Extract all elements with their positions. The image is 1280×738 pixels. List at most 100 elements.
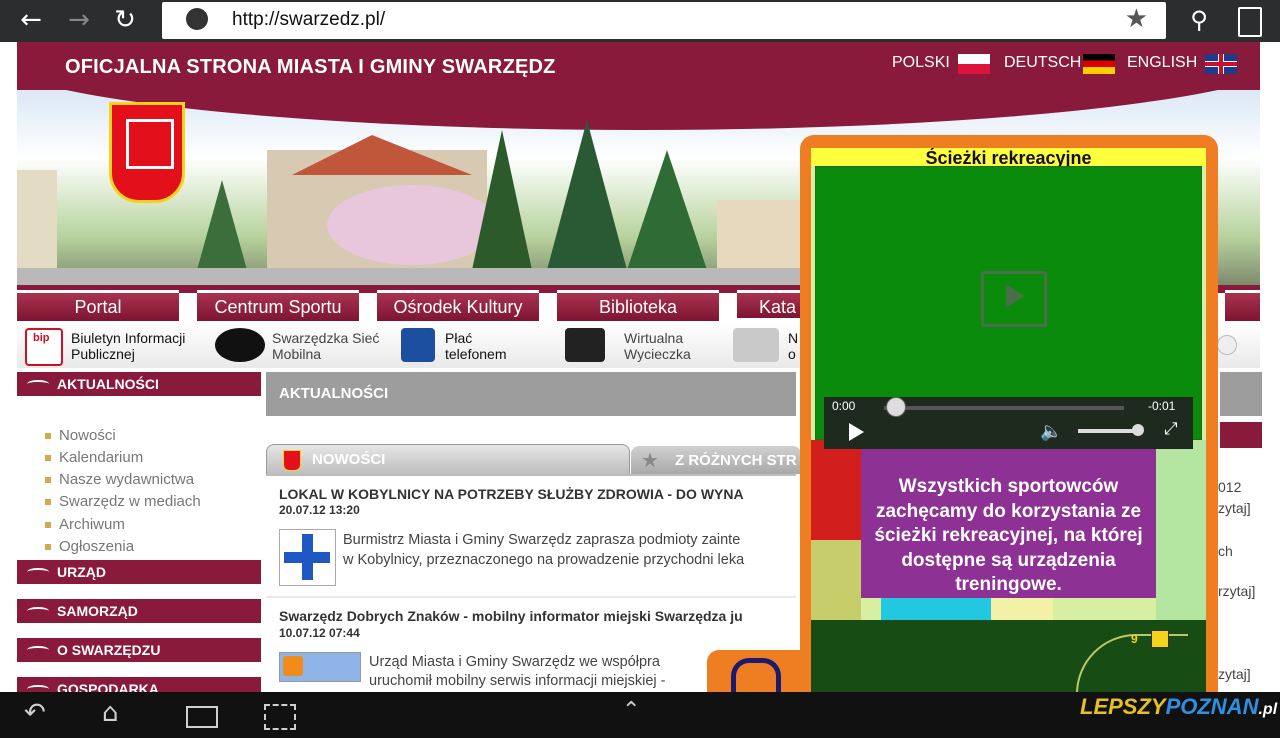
menu-tab-portal[interactable]: Portal xyxy=(17,290,179,321)
coat-of-arms-icon xyxy=(283,450,301,471)
right-col-link[interactable]: rzytaj] xyxy=(1218,583,1255,599)
callpay-icon[interactable] xyxy=(401,328,435,362)
sidebar-item-wydawnictwa[interactable]: Nasze wydawnictwa xyxy=(45,471,194,488)
menu-tab-centrum-sportu[interactable]: Centrum Sportu xyxy=(197,290,359,321)
watermark-suffix: .pl xyxy=(1258,701,1278,718)
tab-nowosci[interactable]: NOWOŚCI xyxy=(266,444,630,476)
search-icon[interactable]: ⚲ xyxy=(1182,4,1216,36)
sidebar-item-label: Nasze wydawnictwa xyxy=(59,471,195,488)
quicklink-wifi-label[interactable]: Swarzędzka Sieć Mobilna xyxy=(272,330,382,362)
right-col-link[interactable]: zytaj] xyxy=(1218,500,1251,516)
sidebar-item-ogloszenia[interactable]: Ogłoszenia xyxy=(45,538,134,555)
coat-of-arms-icon xyxy=(109,102,185,203)
tab-z-roznych-stron[interactable]: ★ Z RÓŻNYCH STR xyxy=(631,446,801,474)
map-block xyxy=(811,540,861,620)
star-icon: ★ xyxy=(641,448,659,472)
building-right xyxy=(717,200,807,270)
sidebar-section-o-swarzedzu[interactable]: O SWARZĘDZU xyxy=(17,638,261,662)
sidebar-section-label: SAMORZĄD xyxy=(57,603,138,619)
watermark-logo: LEPSZYPOZNAN.pl xyxy=(1080,694,1277,720)
menu-tab-osrodek-kultury[interactable]: Ośrodek Kultury xyxy=(377,290,539,321)
popup-title: Ścieżki rekreacyjne xyxy=(811,148,1206,168)
film-icon xyxy=(981,271,1047,327)
menu-tab-katalog[interactable]: Kata xyxy=(737,290,807,318)
map-marker-icon xyxy=(1151,630,1169,648)
url-text[interactable]: http://swarzedz.pl/ xyxy=(232,9,385,31)
wifi-icon[interactable] xyxy=(215,328,265,362)
chevron-up-icon[interactable]: ⌃ xyxy=(622,698,640,723)
flag-poland-icon[interactable] xyxy=(958,54,990,74)
lang-polski[interactable]: POLSKI xyxy=(892,54,950,72)
monitor-icon[interactable] xyxy=(565,328,605,362)
sidebar-item-nowosci[interactable]: Nowości xyxy=(45,427,116,444)
star-icon[interactable]: ★ xyxy=(1125,4,1148,34)
reload-icon[interactable]: ↻ xyxy=(108,4,142,36)
sidebar-section-aktualnosci[interactable]: AKTUALNOŚCI xyxy=(17,372,261,396)
scroll-knob[interactable] xyxy=(1217,335,1237,355)
building-left xyxy=(17,170,57,280)
news-body-1-line2: w Kobylnicy, przeznaczonego na prowadzen… xyxy=(343,552,745,568)
recent-apps-icon[interactable] xyxy=(186,706,218,728)
right-col-link[interactable]: zytaj] xyxy=(1218,666,1251,682)
map-block xyxy=(811,440,861,540)
volume-slider[interactable] xyxy=(1078,429,1138,433)
back-icon[interactable]: ↶ xyxy=(24,698,46,728)
quicklink-callpay-label[interactable]: Płać telefonem xyxy=(445,330,515,362)
sidebar-section-label: O SWARZĘDZU xyxy=(57,642,161,658)
sidebar-section-samorzad[interactable]: SAMORZĄD xyxy=(17,599,261,623)
sidebar-item-label: Swarzędz w mediach xyxy=(59,493,201,510)
right-col-text: 012 xyxy=(1218,479,1242,495)
right-column: 012 zytaj] ch rzytaj] zytaj] xyxy=(1218,372,1262,692)
crest-castle xyxy=(126,119,174,169)
video-seek-knob[interactable] xyxy=(886,397,906,417)
sidebar-item-media[interactable]: Swarzędz w mediach xyxy=(45,493,201,510)
flag-germany-icon[interactable] xyxy=(1083,54,1115,74)
video-time-current: 0:00 xyxy=(832,399,856,413)
main-heading-bar: AKTUALNOŚCI xyxy=(266,372,796,416)
menu-tab-more[interactable] xyxy=(1225,290,1260,321)
sidebar-section-urzad[interactable]: URZĄD xyxy=(17,560,261,584)
bip-icon[interactable]: bip xyxy=(25,328,63,366)
blossom-tree xyxy=(327,185,497,265)
tree xyxy=(547,120,627,270)
news-body-2-line1: Urząd Miasta i Gminy Swarzędz we współpr… xyxy=(369,654,660,670)
bookmark-clock-icon[interactable] xyxy=(1238,7,1262,37)
video-player[interactable]: 0:00 -0:01 🔈 ⤢ xyxy=(815,166,1202,449)
sidebar-section-gospodarka[interactable]: GOSPODARKA xyxy=(17,677,261,692)
news-title-1[interactable]: LOKAL W KOBYLNICY NA POTRZEBY SŁUŻBY ZDR… xyxy=(279,486,796,502)
street xyxy=(17,268,817,285)
lang-deutsch[interactable]: DEUTSCH xyxy=(1004,54,1081,72)
popup-content: Ścieżki rekreacyjne Wszystkich sportowcó… xyxy=(811,148,1206,693)
tab-nowosci-label: NOWOŚCI xyxy=(312,451,386,468)
lang-english[interactable]: ENGLISH xyxy=(1127,54,1197,72)
tree xyxy=(197,180,247,270)
video-seek-bar[interactable] xyxy=(884,406,1124,410)
sidebar-item-archiwum[interactable]: Archiwum xyxy=(45,516,125,533)
quicklink-bip-label[interactable]: Biuletyn Informacji Publicznej xyxy=(71,330,211,362)
play-icon[interactable] xyxy=(849,423,864,441)
news-date-1: 20.07.12 13:20 xyxy=(279,503,360,517)
arrow-left-icon[interactable]: ← xyxy=(14,4,48,36)
volume-knob[interactable] xyxy=(1132,424,1144,436)
news-title-2[interactable]: Swarzędz Dobrych Znaków - mobilny inform… xyxy=(279,608,796,624)
flag-uk-icon[interactable] xyxy=(1205,54,1237,74)
newspaper-icon[interactable] xyxy=(733,328,779,362)
arrow-right-icon[interactable]: → xyxy=(62,4,96,36)
video-time-remaining: -0:01 xyxy=(1148,399,1176,413)
fullscreen-icon[interactable]: ⤢ xyxy=(1164,419,1178,439)
sidebar-section-label: URZĄD xyxy=(57,564,106,580)
menu-tab-biblioteka[interactable]: Biblioteka xyxy=(557,290,719,321)
address-bar[interactable]: http://swarzedz.pl/ ★ xyxy=(162,2,1166,39)
route-map: 9 xyxy=(811,620,1206,693)
sidebar-item-label: Ogłoszenia xyxy=(59,538,135,555)
banner-curve xyxy=(17,90,1260,130)
home-icon[interactable]: ⌂ xyxy=(102,698,119,728)
sidebar-section-label: GOSPODARKA xyxy=(57,681,159,692)
quicklink-tour-label[interactable]: Wirtualna Wycieczka xyxy=(624,330,704,362)
screenshot-icon[interactable] xyxy=(264,704,296,730)
right-col-text: ch xyxy=(1218,543,1233,559)
volume-icon[interactable]: 🔈 xyxy=(1040,421,1062,442)
sidebar-item-kalendarium[interactable]: Kalendarium xyxy=(45,449,143,466)
globe-icon xyxy=(186,8,208,30)
main-heading: AKTUALNOŚCI xyxy=(279,385,389,402)
